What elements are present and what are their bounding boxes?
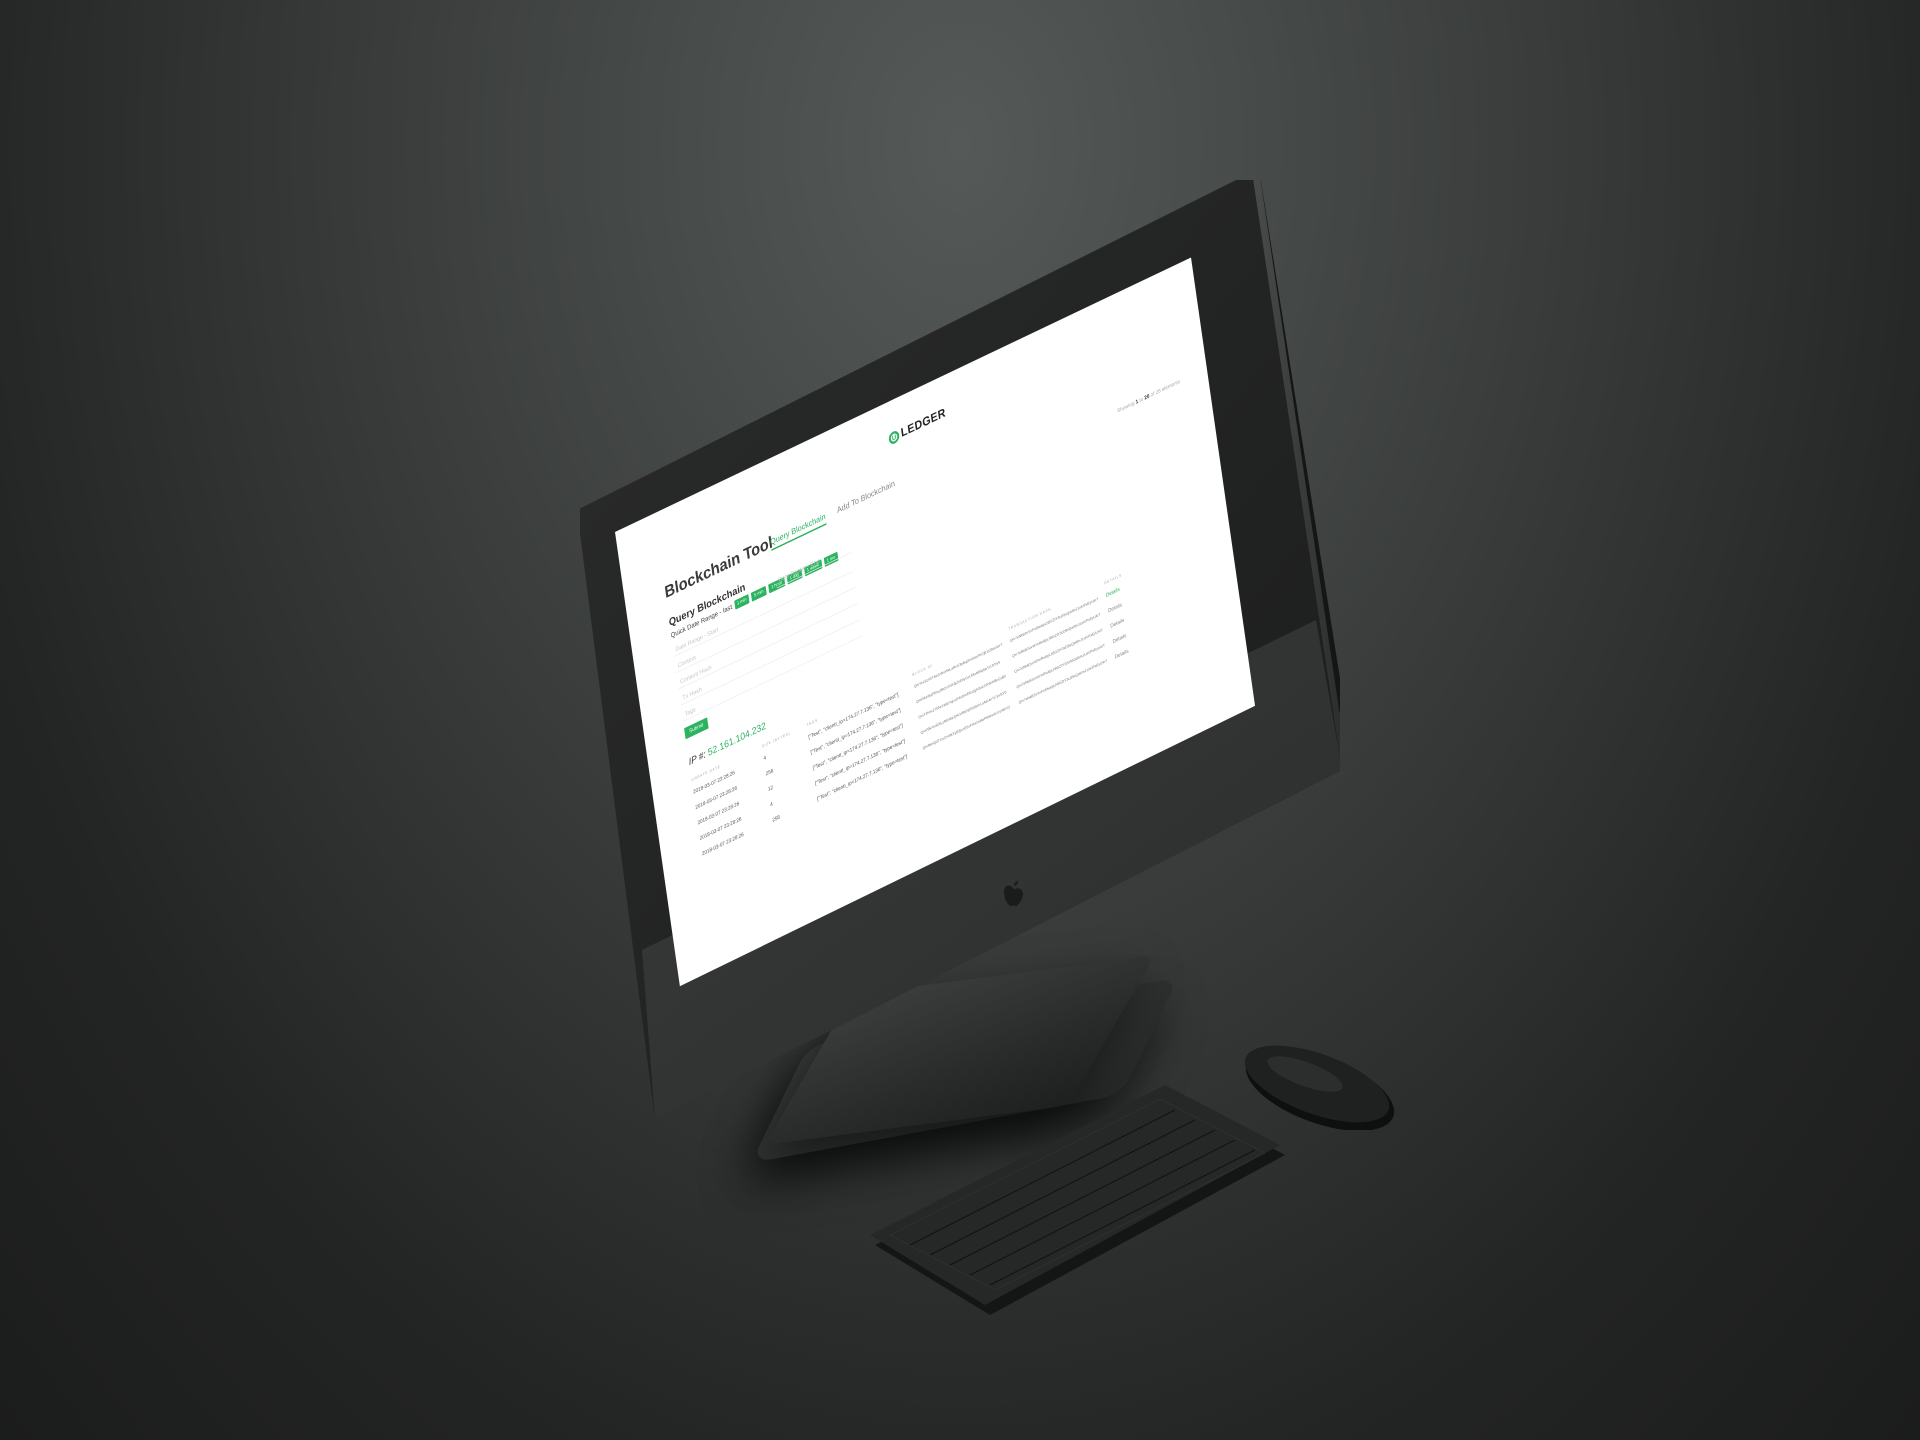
scene: U LEDGER Blockchain Tool Query Blockchai… xyxy=(0,0,1920,1440)
showing-suffix: of 28 elements xyxy=(1149,379,1181,399)
uledger-logo[interactable]: U LEDGER xyxy=(888,406,947,446)
ip-label: IP #: xyxy=(688,747,709,768)
apple-icon xyxy=(1004,881,1023,907)
results-count: Showing 1 to 20 of 28 elements xyxy=(1117,379,1181,414)
submit-button[interactable]: Submit xyxy=(684,717,709,740)
mouse xyxy=(1244,1045,1395,1130)
logo-text: LEDGER xyxy=(900,406,947,440)
uledger-logo-icon: U xyxy=(888,429,901,446)
showing-prefix: Showing xyxy=(1116,400,1137,415)
tab-add-to-blockchain[interactable]: Add To Blockchain xyxy=(836,479,896,519)
tab-bar: Query Blockchain Add To Blockchain xyxy=(769,479,896,551)
keyboard xyxy=(870,1085,1285,1315)
tab-query-blockchain[interactable]: Query Blockchain xyxy=(769,512,827,551)
